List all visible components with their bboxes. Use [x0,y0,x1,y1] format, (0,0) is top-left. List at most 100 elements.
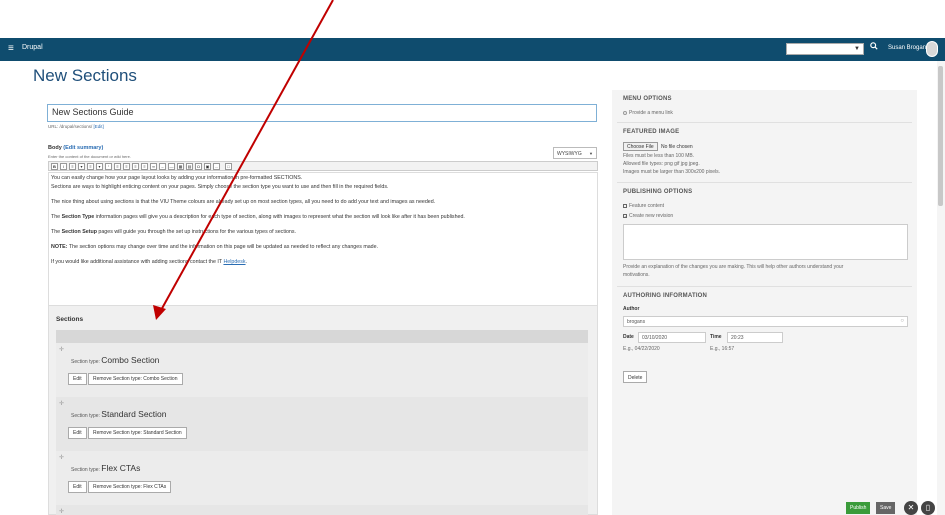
editor-paragraph: If you would like additional assistance … [51,259,247,265]
publish-button[interactable]: Publish [846,502,871,514]
dropdown-icon[interactable]: ▾ [78,163,85,170]
align-center-icon[interactable]: ≡ [123,163,130,170]
text-run: If you would like additional assistance … [51,259,224,265]
date-field[interactable]: 03/10/2020 [638,332,706,343]
section-item: ✛ Section type: Standard Section Edit Re… [56,397,588,451]
drag-handle-icon[interactable]: ✛ [59,454,64,461]
unlink-icon[interactable]: – [159,163,166,170]
drag-handle-icon[interactable]: ✛ [59,400,64,407]
text-run: pages will guide you through the set up … [96,229,296,235]
section-type: Section type: Standard Section [71,409,167,419]
url-label: URL: /drupal/sections/ [48,124,93,129]
choose-file-button[interactable]: Choose File [623,142,658,151]
align-left-icon[interactable]: ≡ [114,163,121,170]
dropdown-icon[interactable]: ▾ [96,163,103,170]
numbered-list-icon[interactable]: ≡ [87,163,94,170]
body-editor[interactable] [48,172,598,309]
remove-section-button[interactable]: Remove Section type: Standard Section [88,427,187,439]
delete-button[interactable]: Delete [623,371,648,383]
time-label: Time [710,334,722,340]
body-hint: Enter the content of the document or wik… [48,154,131,159]
section-type-value: Standard Section [101,409,167,419]
save-button[interactable]: Save [876,502,896,514]
helpdesk-link[interactable]: Helpdesk [223,259,245,265]
section-type-value: Combo Section [101,355,160,365]
provide-menu-label: Provide a menu link [629,110,673,116]
code-icon[interactable]: ▤ [186,163,193,170]
menu-options-heading[interactable]: MENU OPTIONS [623,96,672,102]
image-icon[interactable]: ▣ [204,163,211,170]
checkbox[interactable] [623,110,627,115]
editor-paragraph: Sections are ways to highlight enticing … [51,184,389,190]
chevron-down-icon: ▼ [589,151,593,156]
divider [617,122,912,123]
body-label-text: Body [48,145,62,151]
featured-image-heading[interactable]: FEATURED IMAGE [623,129,679,135]
section-type: Section type: Combo Section [71,355,159,365]
edit-button[interactable]: Edit [68,427,87,439]
remove-section-button[interactable]: Remove Section type: Flex CTAs [88,481,172,493]
remove-section-button[interactable]: Remove Section type: Combo Section [88,373,183,385]
top-bar: ≡ Drupal ▼ Susan Brogan [0,38,945,61]
checkbox-checked[interactable]: ✓ [623,213,627,218]
text-run: The section options may change over time… [67,244,379,250]
create-revision-option[interactable]: ✓ Create new revision [623,213,673,219]
scrollbar-thumb[interactable] [938,66,943,206]
special-char-icon[interactable]: Ω [195,163,202,170]
text-bold: Section Setup [61,229,97,235]
justify-icon[interactable]: ≡ [141,163,148,170]
close-icon[interactable]: ✕ [904,501,918,515]
revision-log-textarea[interactable] [623,224,908,260]
source-icon[interactable]: … [213,163,220,170]
text-run: . [245,259,248,265]
link-icon[interactable]: ∞ [150,163,157,170]
file-rule: Images must be larger than 300x200 pixel… [623,169,720,175]
bold-icon[interactable]: B [51,163,58,170]
section-type-prefix: Section type: [71,467,100,473]
edit-button[interactable]: Edit [68,373,87,385]
maximize-icon[interactable]: □ [225,163,232,170]
date-label: Date [623,334,634,340]
text-format-select[interactable]: WYSIWYG ▼ [553,147,597,159]
italic-icon[interactable]: I [60,163,67,170]
file-rule: Allowed file types: png gif jpg jpeg. [623,161,700,167]
editor-paragraph: The Section Type information pages will … [51,214,465,220]
top-select[interactable]: ▼ [786,43,864,55]
avatar[interactable] [926,41,938,57]
body-label: Body (Edit summary) [48,145,103,151]
align-right-icon[interactable]: ≡ [132,163,139,170]
section-item: ✛ Section type: Combo Section Edit Remov… [56,343,588,397]
feature-content-option[interactable]: Feature content [623,203,664,209]
sections-title: Sections [56,316,84,323]
section-type: Section type: Flex CTAs [71,463,140,473]
user-name[interactable]: Susan Brogan [888,45,926,51]
table-icon[interactable]: ▦ [177,163,184,170]
search-icon[interactable] [870,42,878,52]
hamburger-menu-icon[interactable]: ≡ [8,43,14,55]
author-value: brogans [627,319,646,325]
editor-paragraph: The Section Setup pages will guide you t… [51,229,296,235]
section-item: ✛ Section type: Flex CTAs Edit Remove Se… [56,451,588,505]
brand-label[interactable]: Drupal [22,44,43,51]
hr-icon[interactable]: — [168,163,175,170]
authoring-info-heading[interactable]: AUTHORING INFORMATION [623,293,707,299]
section-type-value: Flex CTAs [101,463,141,473]
url-edit-link[interactable]: [Edit] [94,124,104,129]
provide-menu-link-option[interactable]: Provide a menu link [623,110,673,116]
author-field[interactable]: brogans ○ [623,316,908,327]
text-run: information pages will give you a descri… [94,214,465,220]
document-icon[interactable]: ▯ [921,501,935,515]
section-type-prefix: Section type: [71,359,100,365]
checkbox[interactable] [623,203,627,208]
drag-handle-icon[interactable]: ✛ [59,508,64,515]
bullet-list-icon[interactable]: ≡ [69,163,76,170]
quote-icon[interactable]: “ [105,163,112,170]
text-bold: NOTE: [51,244,68,250]
time-field[interactable]: 20:23 [727,332,783,343]
edit-summary-link[interactable]: (Edit summary) [63,145,103,151]
publishing-options-heading[interactable]: PUBLISHING OPTIONS [623,189,692,195]
edit-button[interactable]: Edit [68,481,87,493]
editor-paragraph: The nice thing about using sections is t… [51,199,436,205]
title-field[interactable]: New Sections Guide [47,104,597,122]
drag-handle-icon[interactable]: ✛ [59,346,64,353]
